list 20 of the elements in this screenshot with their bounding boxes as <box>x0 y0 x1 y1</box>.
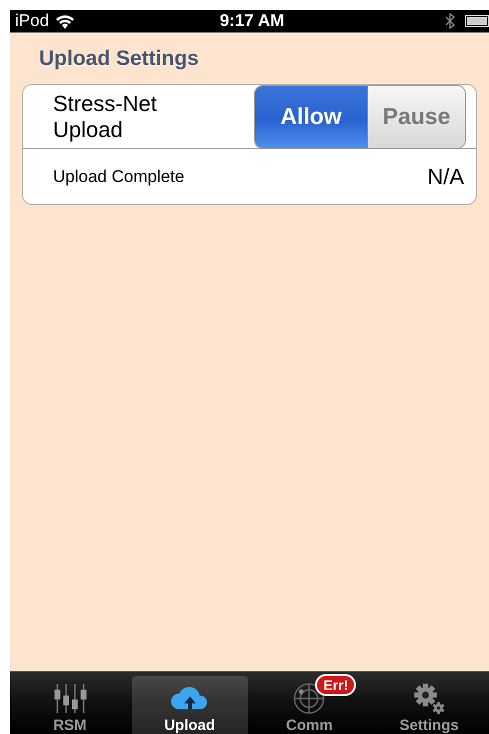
candlestick-icon <box>52 682 88 715</box>
segment-button[interactable]: Allow <box>255 86 367 148</box>
setting-value: N/A <box>427 164 464 190</box>
tab-label: Comm <box>286 717 333 734</box>
setting-label: Upload Complete <box>53 166 184 186</box>
tab-label: Settings <box>400 717 459 734</box>
error-badge: Err! <box>315 674 356 696</box>
section-title: Upload Settings <box>39 47 200 71</box>
tab-item[interactable]: Settings <box>371 676 488 734</box>
tab-item[interactable]: Upload <box>132 676 248 734</box>
tab-item[interactable]: RSM <box>12 676 128 734</box>
carrier-label: iPod <box>15 11 50 31</box>
wifi-icon <box>55 14 76 28</box>
bluetooth-icon <box>445 13 455 29</box>
tab-label: Upload <box>164 717 216 734</box>
setting-label: Stress-Net Upload <box>53 91 158 142</box>
tab-item[interactable]: Err! Comm <box>251 676 368 734</box>
tab-label: RSM <box>53 717 87 734</box>
battery-icon <box>465 15 489 27</box>
status-time: 9:17 AM <box>220 11 284 31</box>
